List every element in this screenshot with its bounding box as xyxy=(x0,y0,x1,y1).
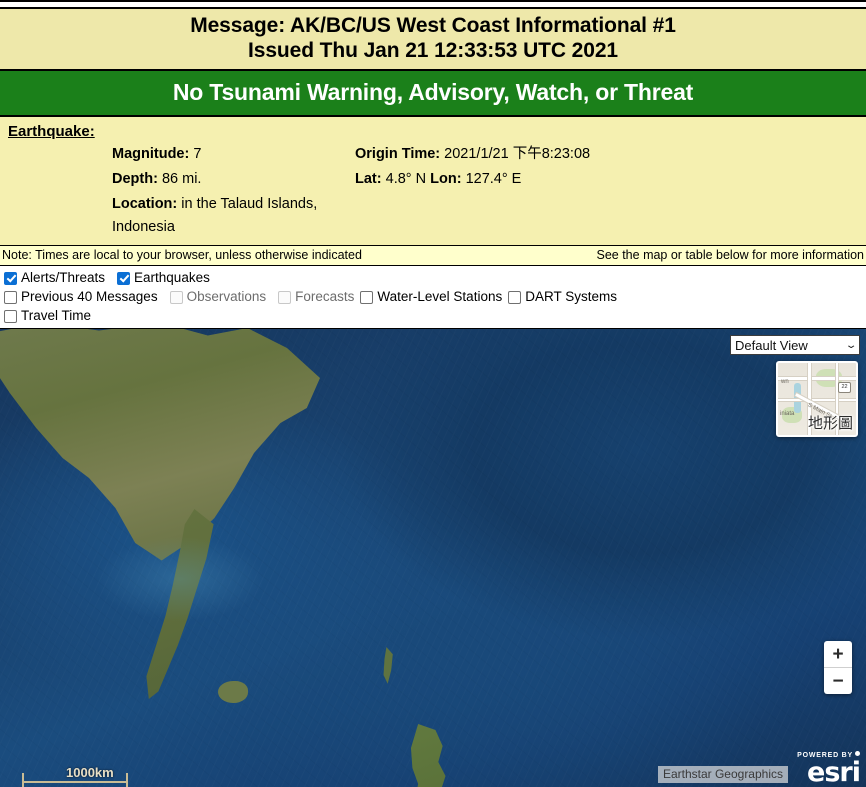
earthquake-details-panel: Earthquake: Magnitude: 7 Origin Time: 20… xyxy=(0,117,866,246)
chevron-down-icon: ⌄ xyxy=(844,339,858,351)
map-view-select-value: Default View xyxy=(735,337,808,353)
basemap-road-h1 xyxy=(778,377,856,380)
location-row: Location: in the Talaud Islands, Indones… xyxy=(0,193,355,239)
lat-label: Lat: xyxy=(355,171,382,187)
magnitude-value: 7 xyxy=(193,146,202,162)
map-view-select[interactable]: Default View ⌄ xyxy=(730,335,860,355)
basemap-road-h2 xyxy=(778,399,856,401)
checkbox-observations xyxy=(169,290,183,304)
layer-label-dart-systems: DART Systems xyxy=(525,289,617,304)
scale-bar-tick-right xyxy=(126,773,128,787)
origin-time-label: Origin Time: xyxy=(355,146,441,162)
map-viewport[interactable]: Default View ⌄ wn iniata S Main St 22 地形… xyxy=(0,328,866,787)
highway-shield-icon: 22 xyxy=(838,382,851,393)
magnitude-row: Magnitude: 7 xyxy=(0,143,355,166)
layer-item-dart-systems[interactable]: DART Systems xyxy=(508,288,617,306)
esri-wordmark: esri xyxy=(807,757,861,787)
layer-label-alerts-threats: Alerts/Threats xyxy=(21,270,106,285)
layer-label-observations: Observations xyxy=(186,289,267,304)
note-right-text: See the map or table below for more info… xyxy=(596,248,865,262)
message-title-line1: Message: AK/BC/US West Coast Information… xyxy=(190,14,676,37)
esri-logo: POWERED BY esri xyxy=(797,751,861,787)
layer-item-forecasts: Forecasts xyxy=(278,288,354,306)
layer-item-earthquakes[interactable]: Earthquakes xyxy=(117,269,210,287)
note-bar: Note: Times are local to your browser, u… xyxy=(0,246,866,266)
layer-label-previous-40-messages: Previous 40 Messages xyxy=(21,289,158,304)
checkbox-alerts-threats[interactable] xyxy=(4,271,17,285)
note-left-text: Note: Times are local to your browser, u… xyxy=(2,248,362,262)
origin-time-value: 2021/1/21 下午8:23:08 xyxy=(444,146,591,162)
checkbox-travel-time[interactable] xyxy=(4,309,17,323)
zoom-out-button[interactable]: − xyxy=(824,668,852,694)
depth-label: Depth: xyxy=(112,171,158,187)
checkbox-previous-40-messages[interactable] xyxy=(4,290,17,304)
layer-row-2: Previous 40 Messages Observations Foreca… xyxy=(4,288,864,306)
layer-label-travel-time: Travel Time xyxy=(21,308,92,323)
latlon-row: Lat: 4.8° N Lon: 127.4° E xyxy=(355,168,866,191)
checkbox-earthquakes[interactable] xyxy=(117,271,131,285)
esri-logo-dot xyxy=(855,751,860,756)
layer-item-travel-time[interactable]: Travel Time xyxy=(4,307,91,325)
scale-bar-tick-left xyxy=(22,773,24,787)
layer-row-1: Alerts/Threats Earthquakes xyxy=(4,269,864,287)
checkbox-dart-systems[interactable] xyxy=(508,290,522,304)
landmass-hainan xyxy=(218,681,248,703)
page-top-strip xyxy=(0,0,866,9)
lat-value: 4.8° N xyxy=(385,171,427,187)
scale-bar-line xyxy=(22,781,128,783)
layer-item-alerts-threats[interactable]: Alerts/Threats xyxy=(4,269,105,287)
basemap-toggle-button[interactable]: wn iniata S Main St 22 地形圖 xyxy=(776,361,858,437)
basemap-label-iniata: iniata xyxy=(780,411,795,417)
basemap-label-wn: wn xyxy=(781,379,789,385)
layer-row-3: Travel Time xyxy=(4,307,864,325)
earthquake-section-heading: Earthquake: xyxy=(8,123,95,140)
origin-time-row: Origin Time: 2021/1/21 下午8:23:08 xyxy=(355,143,866,166)
location-label: Location: xyxy=(112,196,178,212)
map-zoom-controls[interactable]: + − xyxy=(824,641,852,694)
message-banner: Message: AK/BC/US West Coast Information… xyxy=(0,9,866,71)
zoom-in-button[interactable]: + xyxy=(824,641,852,668)
layer-item-water-level-stations[interactable]: Water-Level Stations xyxy=(360,288,502,306)
layer-label-earthquakes: Earthquakes xyxy=(134,270,210,285)
checkbox-water-level-stations[interactable] xyxy=(360,290,374,304)
location-row-spacer xyxy=(355,193,866,239)
layer-item-previous-40-messages[interactable]: Previous 40 Messages xyxy=(4,288,158,306)
checkbox-forecasts xyxy=(278,290,292,304)
layer-item-observations: Observations xyxy=(169,288,267,306)
layer-label-water-level-stations: Water-Level Stations xyxy=(377,289,503,304)
basemap-thumbnail: wn iniata S Main St 22 地形圖 xyxy=(778,363,856,435)
depth-value: 86 mi. xyxy=(161,171,202,187)
layer-label-forecasts: Forecasts xyxy=(295,289,355,304)
map-attribution: Earthstar Geographics xyxy=(657,766,788,783)
magnitude-label: Magnitude: xyxy=(112,146,190,162)
tsunami-status-banner: No Tsunami Warning, Advisory, Watch, or … xyxy=(0,71,866,117)
layer-toggle-panel: Alerts/Threats Earthquakes Previous 40 M… xyxy=(0,266,866,328)
lon-label: Lon: xyxy=(430,171,462,187)
message-title-line2: Issued Thu Jan 21 12:33:53 UTC 2021 xyxy=(248,39,618,62)
basemap-toggle-label: 地形圖 xyxy=(807,414,853,432)
lon-value: 127.4° E xyxy=(465,171,522,187)
depth-row: Depth: 86 mi. xyxy=(0,168,355,191)
scale-bar-km-label: 1000km xyxy=(66,765,114,780)
